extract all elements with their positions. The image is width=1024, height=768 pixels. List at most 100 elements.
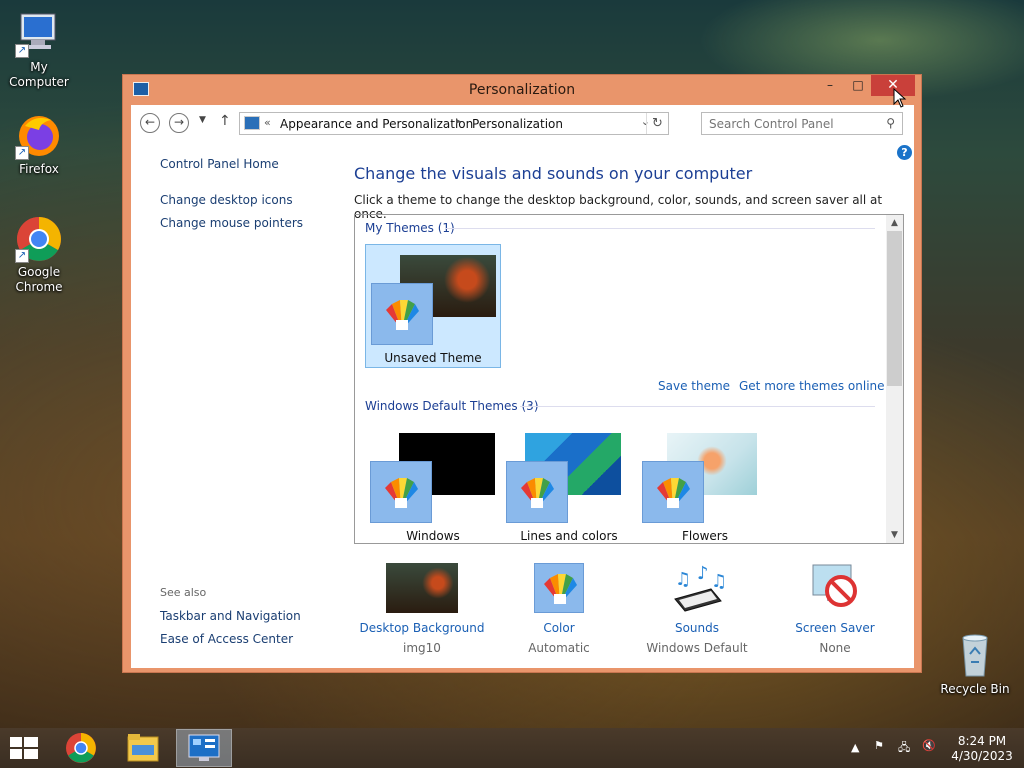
shortcut-arrow-icon: ↗ [15,249,29,263]
default-themes-header: Windows Default Themes (3) [365,399,539,413]
back-button[interactable]: ← [140,113,160,133]
save-theme-link[interactable]: Save theme [658,379,730,393]
desktop-icon-recycle-bin[interactable]: Recycle Bin [937,632,1013,697]
color-palette-icon [642,461,704,523]
desktop-background-icon [386,563,458,613]
mouse-cursor-icon [893,87,907,111]
color-value: Automatic [528,641,590,655]
desktop-icon-label: My Computer [9,60,69,89]
firefox-icon: ↗ [15,112,63,160]
theme-list-scrollbar[interactable]: ▲ ▼ [886,215,903,543]
search-icon[interactable]: ⚲ [886,116,895,130]
refresh-icon: ↻ [652,116,663,131]
sounds-value: Windows Default [646,641,748,655]
control-panel-icon [244,116,260,130]
file-explorer-icon [127,734,159,762]
divider [445,228,875,229]
title-bar[interactable]: Personalization – □ ✕ [123,75,921,105]
start-button[interactable] [10,737,38,759]
recycle-bin-icon [951,632,999,680]
sounds-item[interactable]: ♫ ♪ ♫ Sounds Windows Default [627,563,767,655]
color-palette-icon [370,461,432,523]
screen-saver-value: None [819,641,851,655]
color-palette-icon [506,461,568,523]
scroll-down-icon[interactable]: ▼ [886,527,903,543]
theme-windows[interactable]: Windows [365,423,501,543]
ease-of-access-link[interactable]: Ease of Access Center [160,632,293,646]
chrome-icon: ↗ [15,215,63,263]
theme-unsaved[interactable]: Unsaved Theme [365,244,501,368]
theme-label: Unsaved Theme [384,351,482,365]
breadcrumb-appearance[interactable]: Appearance and Personalization [280,117,473,131]
search-input[interactable] [709,114,879,134]
desktop-icon-label: Firefox [19,162,59,176]
svg-text:♪: ♪ [697,563,709,584]
forward-button[interactable]: → [169,113,189,133]
network-icon[interactable]: 🖧 [898,739,910,758]
shortcut-arrow-icon: ↗ [15,44,29,58]
search-box: ⚲ [701,112,903,135]
up-button[interactable]: ↑ [219,113,231,129]
desktop-icon-label: Google Chrome [15,265,63,294]
svg-text:♫: ♫ [711,571,727,592]
chrome-icon [66,733,96,763]
scroll-thumb[interactable] [887,231,902,386]
screen-saver-item[interactable]: Screen Saver None [765,563,905,655]
address-bar[interactable]: « Appearance and Personalization ▸ Perso… [239,112,669,135]
get-more-themes-link[interactable]: Get more themes online [739,379,885,393]
system-clock[interactable]: 8:24 PM 4/30/2023 [944,734,1020,764]
taskbar-control-panel[interactable] [176,729,232,767]
taskbar-file-explorer[interactable] [115,729,171,767]
desktop-icon-firefox[interactable]: ↗ Firefox [1,112,77,177]
volume-muted-icon[interactable]: 🔇 [922,739,936,752]
theme-lines-and-colors[interactable]: Lines and colors [501,423,637,543]
clock-date: 4/30/2023 [951,749,1013,763]
desktop-icon-my-computer[interactable]: ↗ My Computer [1,10,77,90]
theme-label: Lines and colors [520,529,618,543]
clock-time: 8:24 PM [957,734,1007,748]
screen-saver-icon [799,563,871,613]
minimize-button[interactable]: – [816,75,844,96]
control-panel-home-link[interactable]: Control Panel Home [160,157,279,171]
window-title: Personalization [468,82,576,98]
change-mouse-pointers-link[interactable]: Change mouse pointers [160,216,303,230]
taskbar-navigation-link[interactable]: Taskbar and Navigation [160,609,301,623]
theme-list[interactable]: My Themes (1) Unsaved Theme Save theme G… [354,214,904,544]
desktop-background-link[interactable]: Desktop Background [352,621,492,635]
action-center-icon[interactable]: ⚑ [874,739,884,752]
breadcrumb-overflow[interactable]: « [264,116,271,129]
breadcrumb-personalization[interactable]: Personalization [472,117,563,131]
page-heading: Change the visuals and sounds on your co… [354,164,753,183]
theme-flowers[interactable]: Flowers [637,423,773,543]
my-themes-header: My Themes (1) [365,221,455,235]
sounds-icon: ♫ ♪ ♫ [661,563,733,613]
taskbar-chrome[interactable] [53,729,109,767]
desktop-icon-chrome[interactable]: ↗ Google Chrome [1,215,77,295]
breadcrumb-separator-icon[interactable]: ▸ [456,116,461,127]
maximize-button[interactable]: □ [844,75,872,96]
change-desktop-icons-link[interactable]: Change desktop icons [160,193,293,207]
desktop-background-item[interactable]: Desktop Background img10 [352,563,492,655]
arrow-up-icon: ↑ [219,113,231,129]
taskbar: ▲ ⚑ 🖧 🔇 8:24 PM 4/30/2023 [0,728,1024,768]
arrow-right-icon: → [173,115,185,129]
show-hidden-icons-button[interactable]: ▲ [851,741,859,754]
color-palette-icon [371,283,433,345]
shortcut-arrow-icon: ↗ [15,146,29,160]
svg-text:♫: ♫ [675,569,691,590]
color-link[interactable]: Color [489,621,629,635]
refresh-button[interactable]: ↻ [646,113,668,134]
desktop-icon-label: Recycle Bin [940,682,1010,696]
help-icon[interactable]: ? [897,145,912,160]
window-client-area: ← → ▼ ↑ « Appearance and Personalization… [131,105,914,668]
scroll-up-icon[interactable]: ▲ [886,215,903,231]
chevron-down-icon: ▼ [199,115,206,125]
recent-locations-button[interactable]: ▼ [199,115,206,125]
arrow-left-icon: ← [144,115,156,129]
sounds-link[interactable]: Sounds [627,621,767,635]
color-icon [534,563,584,613]
theme-label: Windows [406,529,460,543]
color-item[interactable]: Color Automatic [489,563,629,655]
personalization-window: Personalization – □ ✕ ← → ▼ ↑ « Appearan… [122,74,922,673]
screen-saver-link[interactable]: Screen Saver [765,621,905,635]
